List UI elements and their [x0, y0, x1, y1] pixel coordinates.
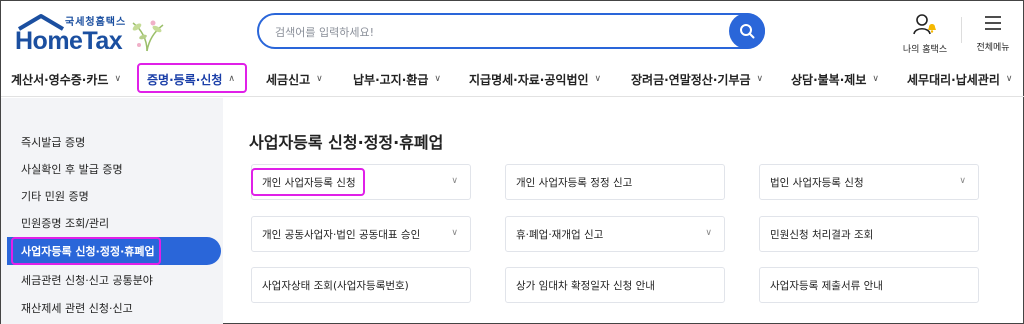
chevron-down-icon: ∨ [1005, 74, 1013, 84]
chevron-down-icon: ∨ [434, 74, 441, 84]
nav-item-label: 세무대리·납세관리 [907, 72, 1000, 87]
chevron-down-icon: ∨ [594, 74, 602, 84]
nav-item-label: 장려금·연말정산·기부금 [631, 72, 751, 87]
card-label: 법인 사업자등록 신청 [770, 176, 864, 189]
sidebar-item-other-certificates[interactable]: 기타 민원 증명 [1, 182, 223, 210]
sidebar: 즉시발급 증명 사실확인 후 발급 증명 기타 민원 증명 민원증명 조회/관리… [1, 98, 223, 324]
card-label: 민원신청 처리결과 조회 [770, 228, 874, 241]
card-label: 개인 사업자등록 정정 신고 [516, 176, 633, 189]
chevron-down-icon: ∨ [959, 176, 966, 186]
nav-item-payment[interactable]: 납부·고지·환급 ∨ [353, 67, 441, 91]
nav-item-label: 상담·불복·제보 [791, 72, 867, 87]
nav-highlight-box [137, 63, 247, 93]
nav-item-label: 납부·고지·환급 [353, 72, 429, 87]
all-menu-button[interactable]: 전체메뉴 [961, 13, 1024, 53]
card-label: 사업자등록 제출서류 안내 [770, 279, 883, 292]
nav-item-consultation[interactable]: 상담·불복·제보 ∨ [791, 67, 879, 91]
leaf-decoration-icon [132, 20, 164, 52]
nav-item-label: 세금신고 [266, 72, 311, 87]
sidebar-item-verified-issue[interactable]: 사실확인 후 발급 증명 [1, 155, 223, 183]
all-menu-label: 전체메뉴 [976, 43, 1010, 53]
chevron-down-icon: ∨ [316, 74, 323, 84]
logo-name: HomeTax [15, 27, 123, 55]
nav-item-receipts[interactable]: 계산서·영수증·카드 ∨ [11, 67, 121, 91]
nav-item-payment-statements[interactable]: 지급명세·자료·공익법인 ∨ [469, 67, 601, 91]
nav-item-incentives[interactable]: 장려금·연말정산·기부금 ∨ [631, 67, 763, 91]
card-highlight-box [251, 168, 365, 196]
nav-item-label: 계산서·영수증·카드 [11, 72, 109, 87]
sidebar-item-certificate-management[interactable]: 민원증명 조회/관리 [1, 209, 223, 237]
page-frame: 국세청홈택스 HomeTax 나의 홈택스 [0, 0, 1024, 324]
my-hometax-label: 나의 홈택스 [902, 45, 948, 55]
card-corporate-registration[interactable]: 법인 사업자등록 신청 ∨ [759, 164, 979, 200]
my-hometax-button[interactable]: 나의 홈택스 [893, 13, 957, 55]
card-label: 개인 공동사업자·법인 공동대표 승인 [262, 228, 421, 241]
sidebar-highlight-box [11, 237, 161, 265]
user-bell-icon [913, 14, 936, 35]
sidebar-item-instant-issue[interactable]: 즉시발급 증명 [1, 128, 223, 156]
card-label: 휴·폐업·재개업 신고 [516, 228, 604, 241]
card-application-status[interactable]: 민원신청 처리결과 조회 [759, 216, 979, 252]
chevron-down-icon: ∨ [872, 74, 879, 84]
chevron-down-icon: ∨ [705, 228, 712, 238]
hometax-logo[interactable]: 국세청홈택스 HomeTax [9, 9, 169, 55]
card-required-documents[interactable]: 사업자등록 제출서류 안내 [759, 267, 979, 303]
sidebar-item-property-tax[interactable]: 재산제세 관련 신청·신고 [1, 294, 223, 322]
nav-item-label: 지급명세·자료·공익법인 [469, 72, 589, 87]
chevron-down-icon: ∨ [756, 74, 764, 84]
nav-item-tax-return[interactable]: 세금신고 ∨ [266, 67, 323, 91]
card-label: 사업자상태 조회(사업자등록번호) [262, 279, 409, 292]
card-closure-reopening[interactable]: 휴·폐업·재개업 신고 ∨ [505, 216, 725, 252]
chevron-down-icon: ∨ [451, 228, 458, 238]
card-label: 상가 임대차 확정일자 신청 안내 [516, 279, 655, 292]
chevron-down-icon: ∨ [114, 74, 122, 84]
search-input[interactable] [275, 22, 715, 42]
card-lease-date[interactable]: 상가 임대차 확정일자 신청 안내 [505, 267, 725, 303]
search-icon [740, 24, 755, 39]
hamburger-icon [985, 16, 1001, 30]
search-bar [257, 13, 765, 49]
search-button[interactable] [729, 13, 765, 49]
card-joint-approval[interactable]: 개인 공동사업자·법인 공동대표 승인 ∨ [251, 216, 471, 252]
sidebar-item-tax-common[interactable]: 세금관련 신청·신고 공통분야 [1, 266, 223, 294]
chevron-down-icon: ∨ [451, 176, 458, 186]
card-business-status[interactable]: 사업자상태 조회(사업자등록번호) [251, 267, 471, 303]
nav-item-tax-agent[interactable]: 세무대리·납세관리 ∨ [907, 67, 1012, 91]
page-title: 사업자등록 신청·정정·휴폐업 [249, 133, 444, 152]
logo-subtitle: 국세청홈택스 [65, 17, 127, 28]
card-individual-correction[interactable]: 개인 사업자등록 정정 신고 [505, 164, 725, 200]
